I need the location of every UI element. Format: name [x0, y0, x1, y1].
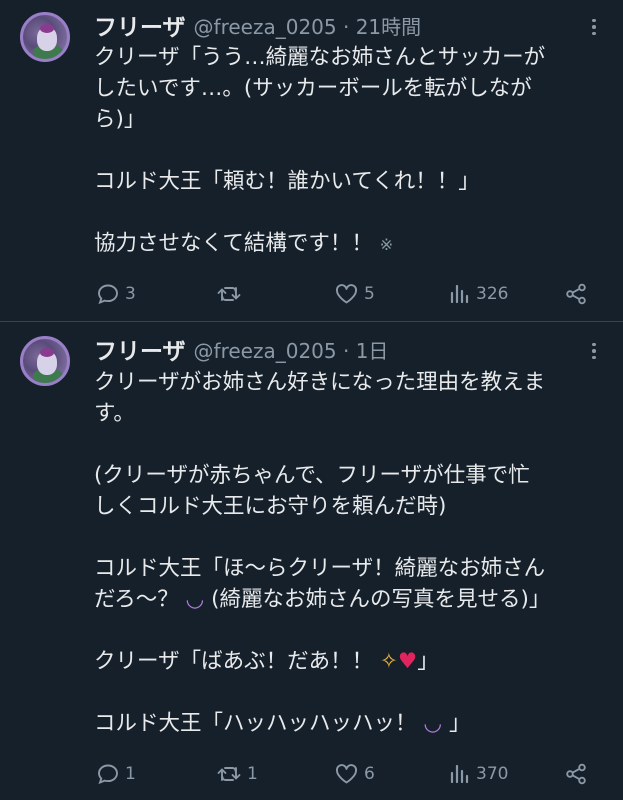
- author-handle-time[interactable]: @freeza_0205 · 21時間: [194, 11, 422, 40]
- author-handle-time[interactable]: @freeza_0205 · 1日: [194, 335, 389, 364]
- reply-count: 1: [125, 764, 136, 784]
- text-line: す。: [94, 401, 135, 426]
- text-line: クリーザ「ばあぶ！だあ！！ ✧♥」: [94, 649, 439, 674]
- share-button[interactable]: [564, 759, 588, 789]
- sparkle-emoji-icon: ※: [379, 235, 394, 254]
- text-line: 協力させなくて結構です！！ ※: [94, 228, 606, 260]
- retweet-icon: [217, 287, 241, 301]
- action-bar: 3 5 326: [94, 279, 614, 309]
- views-button[interactable]: 326: [449, 279, 508, 309]
- hearts-icon: ♥: [397, 649, 418, 674]
- tweet-header: フリーザ @freeza_0205 · 21時間: [94, 8, 422, 42]
- like-count: 6: [364, 764, 375, 784]
- views-count: 326: [476, 284, 509, 304]
- smile-emoji-icon: ◡: [185, 587, 205, 612]
- reply-icon: [98, 764, 118, 785]
- more-dots-icon[interactable]: [584, 15, 604, 39]
- text-line: コルド大王「ほ〜らクリーザ！綺麗なお姉さん: [94, 556, 546, 581]
- reply-count: 3: [125, 284, 136, 304]
- tweet-text: クリーザがお姉さん好きになった理由を教えま す。 (クリーザが赤ちゃんで、フリー…: [94, 367, 606, 739]
- avatar[interactable]: [20, 336, 70, 386]
- reply-button[interactable]: 1: [96, 759, 136, 789]
- text-line: だろ〜？ ◡ (綺麗なお姉さんの写真を見せる)」: [94, 587, 551, 612]
- retweet-icon: [217, 767, 241, 781]
- retweet-button[interactable]: 1: [216, 759, 258, 789]
- tweet[interactable]: フリーザ @freeza_0205 · 1日 クリーザがお姉さん好きになった理由…: [0, 322, 623, 800]
- share-button[interactable]: [564, 279, 588, 309]
- views-button[interactable]: 370: [449, 759, 508, 789]
- text-line: ら)」: [94, 107, 146, 132]
- more-dots-icon[interactable]: [584, 339, 604, 363]
- like-icon: [336, 764, 357, 784]
- like-icon: [336, 284, 357, 304]
- views-count: 370: [476, 764, 509, 784]
- text-line: したいです…。(サッカーボールを転がしなが: [94, 76, 532, 101]
- share-icon: [566, 283, 586, 305]
- retweet-button[interactable]: [216, 279, 247, 309]
- reply-button[interactable]: 3: [96, 279, 136, 309]
- action-bar: 1 1 6 370: [94, 759, 614, 789]
- share-icon: [566, 763, 586, 785]
- like-count: 5: [364, 284, 375, 304]
- text-line: しくコルド大王にお守りを頼んだ時): [94, 494, 447, 519]
- views-icon: [450, 764, 469, 784]
- views-icon: [450, 284, 469, 304]
- tweet[interactable]: フリーザ @freeza_0205 · 21時間 クリーザ「うう…綺麗なお姉さん…: [0, 0, 623, 322]
- text-line: クリーザ「うう…綺麗なお姉さんとサッカーが: [94, 45, 546, 70]
- smile-emoji-icon: ◡: [423, 711, 443, 736]
- text-line: (クリーザが赤ちゃんで、フリーザが仕事で忙: [94, 463, 530, 488]
- reply-icon: [98, 284, 118, 305]
- text-line: クリーザがお姉さん好きになった理由を教えま: [94, 370, 546, 395]
- sparkles-icon: ✧: [379, 649, 398, 674]
- tweet-header: フリーザ @freeza_0205 · 1日: [94, 332, 389, 366]
- like-button[interactable]: 5: [334, 279, 375, 309]
- retweet-count: 1: [247, 764, 258, 784]
- author-name[interactable]: フリーザ: [94, 332, 186, 366]
- author-name[interactable]: フリーザ: [94, 8, 186, 42]
- text-line: コルド大王「頼む！誰かいてくれ！！」: [94, 169, 480, 194]
- like-button[interactable]: 6: [334, 759, 375, 789]
- text-span: 協力させなくて結構です！！: [94, 231, 373, 256]
- avatar[interactable]: [20, 12, 70, 62]
- text-line: コルド大王「ハッハッハッハッ！ ◡ 」: [94, 711, 471, 736]
- tweet-text: クリーザ「うう…綺麗なお姉さんとサッカーが したいです…。(サッカーボールを転が…: [94, 42, 606, 260]
